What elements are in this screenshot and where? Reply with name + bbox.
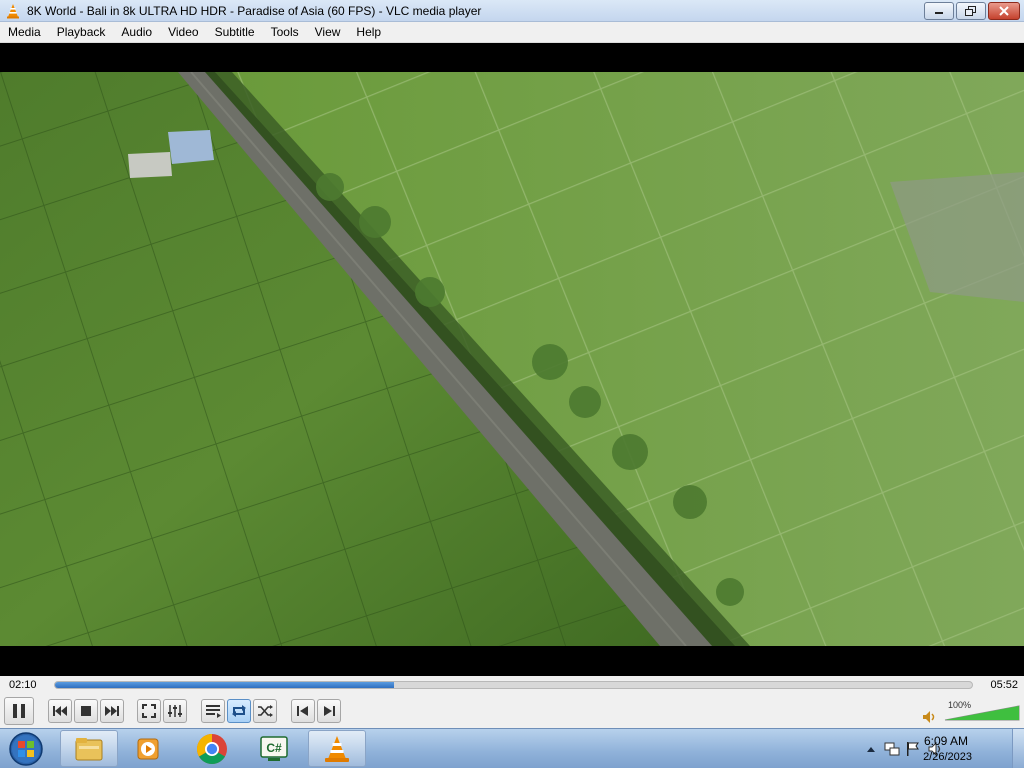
menu-media[interactable]: Media — [0, 22, 49, 43]
clock-time[interactable]: 6:09 AM — [924, 734, 968, 748]
frame-step-icon — [324, 706, 335, 716]
shuffle-button[interactable] — [253, 699, 277, 723]
minimize-icon — [935, 12, 943, 14]
vlc-cone-icon — [7, 3, 19, 18]
video-area[interactable] — [0, 43, 1024, 676]
fullscreen-button[interactable] — [137, 699, 161, 723]
windows-taskbar: C# 6:09 AM 2/26/2023 — [0, 728, 1024, 768]
csharp-icon: C# — [260, 735, 288, 761]
menu-video[interactable]: Video — [160, 22, 206, 43]
menu-help[interactable]: Help — [348, 22, 389, 43]
playlist-button[interactable] — [201, 699, 225, 723]
window-title: 8K World - Bali in 8k ULTRA HD HDR - Par… — [27, 3, 482, 18]
menu-view[interactable]: View — [307, 22, 349, 43]
loop-icon — [232, 705, 246, 717]
folder-icon — [75, 737, 103, 760]
title-bar: 8K World - Bali in 8k ULTRA HD HDR - Par… — [0, 0, 1024, 22]
loop-button[interactable] — [227, 699, 251, 723]
equalizer-icon — [168, 705, 182, 717]
previous-frame-button[interactable] — [291, 699, 315, 723]
frame-back-icon — [297, 706, 308, 716]
action-center-flag-icon[interactable] — [906, 741, 920, 757]
taskbar-chrome[interactable] — [183, 730, 241, 767]
playlist-icon — [206, 705, 221, 718]
restore-icon — [965, 6, 976, 16]
taskbar-media-player[interactable] — [120, 730, 178, 767]
next-button[interactable] — [100, 699, 124, 723]
menu-audio[interactable]: Audio — [113, 22, 160, 43]
pause-button[interactable] — [4, 697, 34, 725]
previous-button[interactable] — [48, 699, 72, 723]
total-time[interactable]: 05:52 — [990, 679, 1018, 691]
elapsed-time[interactable]: 02:10 — [9, 679, 37, 691]
seek-progress-fill — [55, 682, 395, 688]
stop-button[interactable] — [74, 699, 98, 723]
taskbar-explorer[interactable] — [60, 730, 118, 767]
start-orb-icon[interactable] — [6, 730, 46, 768]
extended-settings-button[interactable] — [163, 699, 187, 723]
menu-tools[interactable]: Tools — [263, 22, 307, 43]
menu-subtitle[interactable]: Subtitle — [207, 22, 263, 43]
video-frame — [0, 72, 1024, 646]
system-tray: 6:09 AM 2/26/2023 — [834, 729, 1024, 768]
media-player-icon — [137, 738, 159, 759]
shuffle-icon — [258, 705, 273, 717]
volume-slider[interactable] — [944, 705, 1020, 721]
close-button[interactable] — [988, 2, 1020, 20]
seek-area: 02:10 05:52 — [0, 676, 1024, 696]
restore-button[interactable] — [956, 2, 986, 20]
fullscreen-icon — [142, 704, 156, 718]
show-desktop-button[interactable] — [1012, 729, 1024, 768]
minimize-button[interactable] — [924, 2, 954, 20]
playback-controls: 100% — [0, 696, 1024, 728]
chrome-icon — [196, 733, 227, 764]
vlc-cone-icon — [325, 735, 349, 762]
skip-next-icon — [105, 706, 119, 716]
network-icon[interactable] — [884, 741, 900, 757]
menu-playback[interactable]: Playback — [49, 22, 114, 43]
seek-slider[interactable] — [54, 681, 973, 689]
clock-date[interactable]: 2/26/2023 — [923, 751, 972, 763]
skip-previous-icon — [53, 706, 67, 716]
svg-text:C#: C# — [266, 741, 282, 755]
show-hidden-icons-icon[interactable] — [866, 745, 876, 753]
stop-icon — [81, 706, 91, 716]
speaker-icon[interactable] — [922, 710, 938, 724]
taskbar-visual-csharp[interactable]: C# — [245, 730, 303, 767]
next-frame-button[interactable] — [317, 699, 341, 723]
pause-icon — [13, 704, 25, 718]
taskbar-vlc[interactable] — [308, 730, 366, 767]
close-icon — [999, 6, 1009, 16]
menu-bar: Media Playback Audio Video Subtitle Tool… — [0, 22, 1024, 43]
